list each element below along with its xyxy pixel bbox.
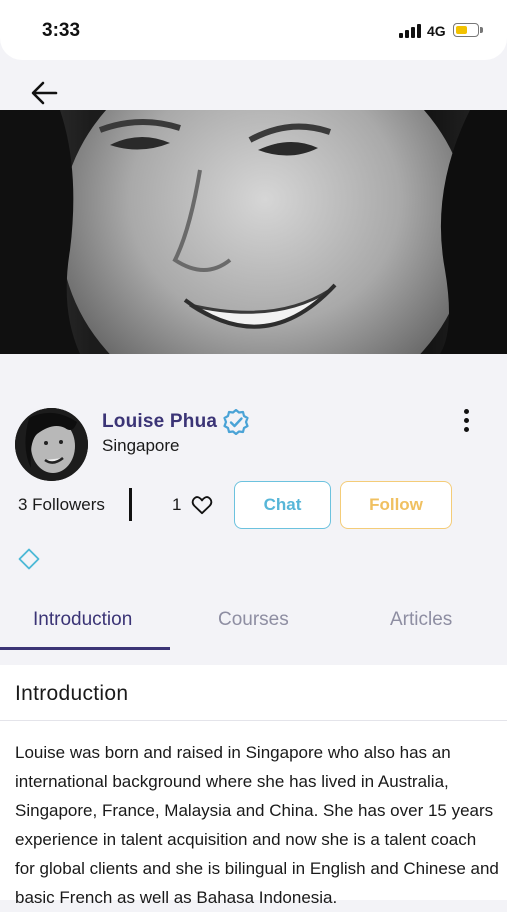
signal-icon: [399, 24, 421, 38]
tab-courses[interactable]: Courses: [218, 609, 289, 631]
status-time: 3:33: [42, 20, 81, 41]
stats-divider: [129, 488, 132, 521]
introduction-title: Introduction: [15, 682, 129, 705]
profile-name: Louise Phua: [102, 411, 218, 432]
introduction-body: Louise was born and raised in Singapore …: [15, 743, 499, 907]
likes-stat: 1: [172, 495, 213, 515]
follow-button[interactable]: Follow: [340, 481, 452, 529]
status-bar: 3:33 4G: [0, 0, 507, 60]
profile-tabs: Introduction Courses Articles: [0, 595, 507, 650]
more-vertical-icon[interactable]: [459, 406, 475, 436]
network-type: 4G: [427, 23, 446, 39]
active-tab-indicator: [0, 647, 170, 650]
chat-button[interactable]: Chat: [234, 481, 331, 529]
profile-location: Singapore: [102, 436, 180, 455]
cover-photo: [0, 110, 507, 354]
verified-badge-icon: [223, 409, 249, 435]
avatar[interactable]: [15, 408, 88, 481]
likes-count: 1: [172, 495, 182, 514]
card-divider: [0, 720, 507, 721]
followers-count[interactable]: 3 Followers: [18, 495, 105, 515]
back-arrow-icon[interactable]: [30, 80, 58, 106]
battery-icon: [453, 23, 483, 37]
diamond-icon[interactable]: [18, 548, 40, 570]
profile-name-row: Louise Phua: [102, 409, 249, 435]
tab-articles[interactable]: Articles: [390, 609, 452, 631]
tab-introduction[interactable]: Introduction: [33, 609, 132, 631]
introduction-card: Introduction Louise was born and raised …: [0, 665, 507, 907]
heart-icon[interactable]: [191, 495, 213, 515]
